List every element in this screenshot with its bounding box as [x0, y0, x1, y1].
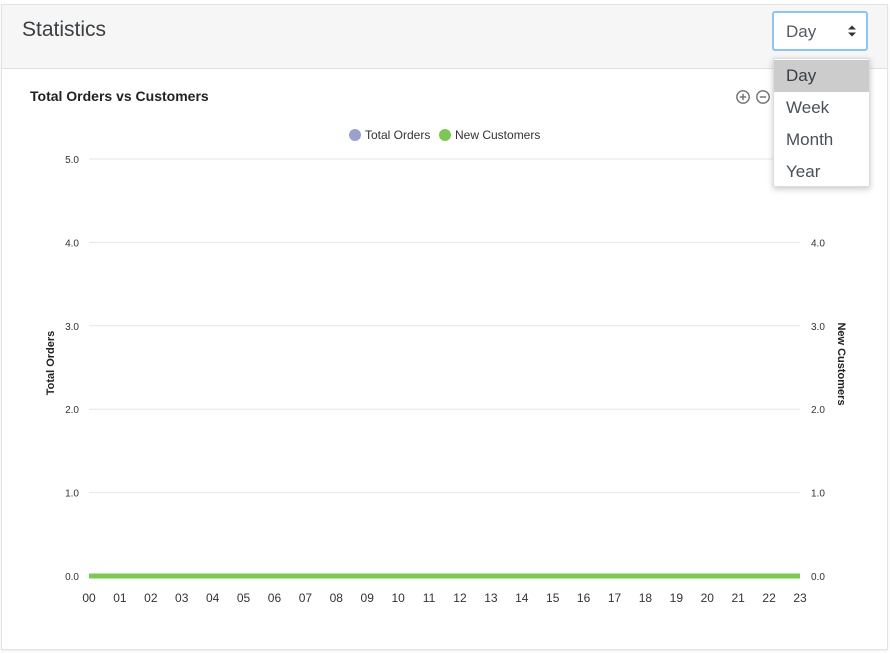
x-tick-label: 16: [577, 591, 591, 605]
x-tick-label: 12: [453, 591, 467, 605]
x-tick-label: 00: [82, 591, 96, 605]
left-axis-ticks: 0.0 1.0 2.0 3.0 4.0 5.0: [65, 155, 79, 583]
x-tick-label: 23: [793, 591, 807, 605]
right-tick-label: 4.0: [811, 238, 825, 249]
x-tick-label: 10: [391, 591, 405, 605]
x-tick-label: 22: [762, 591, 776, 605]
x-tick-label: 02: [144, 591, 158, 605]
x-tick-label: 18: [639, 591, 653, 605]
dropdown-option-day[interactable]: Day: [774, 60, 869, 92]
dropdown-option-year[interactable]: Year: [774, 156, 869, 188]
left-axis-label: Total Orders: [45, 331, 57, 396]
dropdown-option-month[interactable]: Month: [774, 124, 869, 156]
x-tick-label: 09: [361, 591, 375, 605]
x-tick-label: 21: [731, 591, 745, 605]
right-axis-ticks: 0.0 1.0 2.0 3.0 4.0: [811, 238, 825, 583]
x-tick-label: 01: [113, 591, 127, 605]
x-tick-label: 03: [175, 591, 189, 605]
x-tick-label: 17: [608, 591, 622, 605]
x-tick-label: 08: [330, 591, 344, 605]
x-tick-label: 04: [206, 591, 220, 605]
left-tick-label: 0.0: [65, 572, 79, 583]
period-dropdown-menu: Day Week Month Year: [773, 58, 870, 187]
x-tick-label: 19: [670, 591, 684, 605]
grid-lines: [89, 158, 800, 577]
x-tick-label: 07: [299, 591, 313, 605]
x-tick-label: 06: [268, 591, 282, 605]
orders-customers-chart: 0.01.02.03.04.05.0 0.01.02.03.04.0 00 01 0…: [45, 155, 847, 605]
right-tick-label: 3.0: [811, 322, 825, 333]
dropdown-option-week[interactable]: Week: [774, 92, 869, 124]
x-axis-ticks: 00 01 02 03 04 05 06 07 08 09 10 11 12 13 14 15 16 17 18 19…: [82, 591, 807, 605]
x-tick-label: 13: [484, 591, 498, 605]
left-tick-label: 5.0: [65, 155, 79, 166]
x-tick-label: 15: [546, 591, 560, 605]
left-tick-label: 2.0: [65, 405, 79, 416]
x-tick-label: 11: [423, 591, 436, 605]
left-tick-label: 1.0: [65, 489, 79, 500]
right-tick-label: 2.0: [811, 405, 825, 416]
x-tick-label: 14: [515, 591, 529, 605]
left-tick-label: 3.0: [65, 322, 79, 333]
x-tick-label: 05: [237, 591, 251, 605]
right-axis-label: New Customers: [835, 322, 847, 405]
right-tick-label: 1.0: [811, 489, 825, 500]
right-tick-label: 0.0: [811, 572, 825, 583]
x-tick-label: 20: [701, 591, 715, 605]
left-tick-label: 4.0: [65, 238, 79, 249]
